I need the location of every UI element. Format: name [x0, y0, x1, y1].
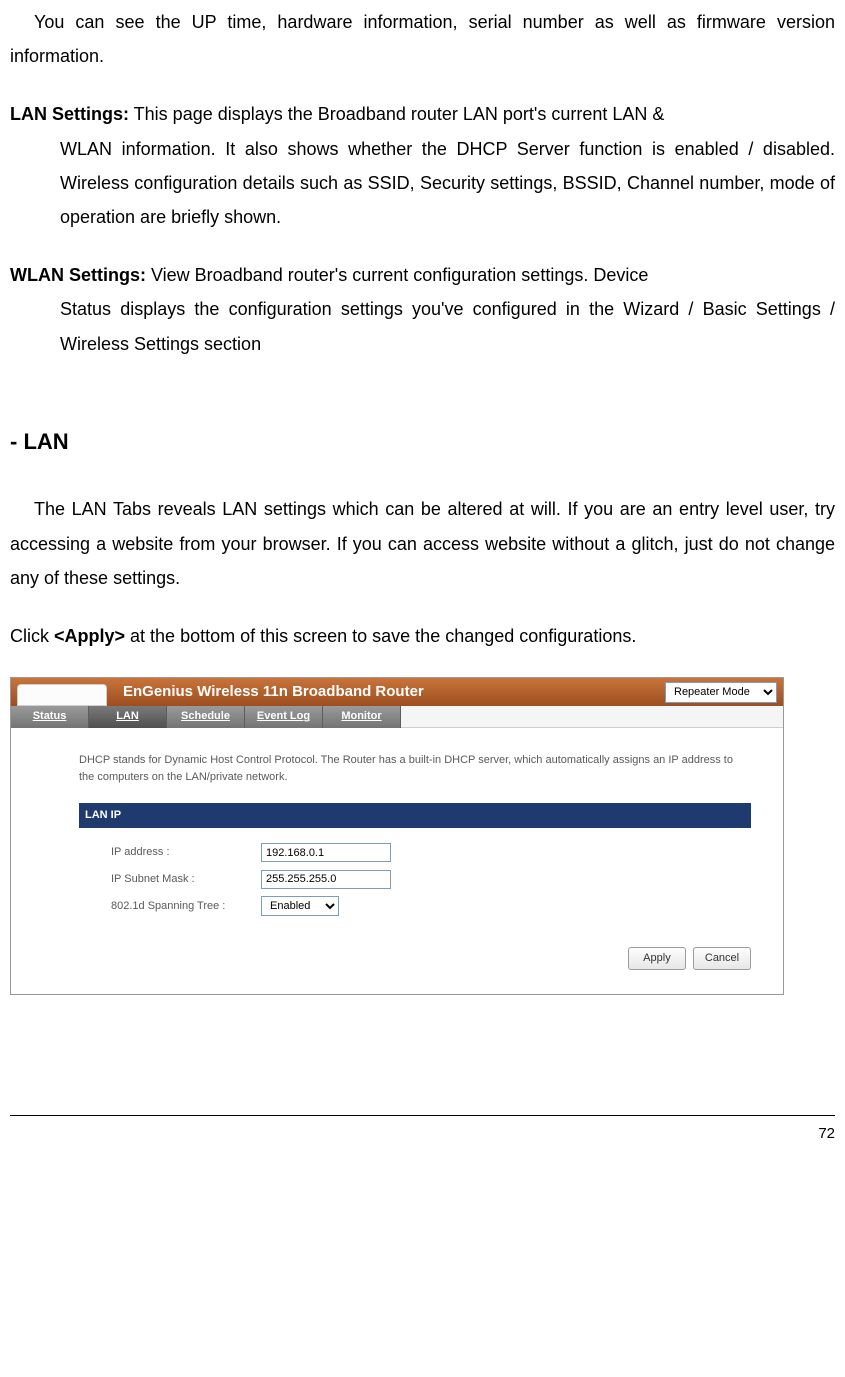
tab-status[interactable]: Status	[11, 706, 89, 728]
wlan-settings-first: View Broadband router's current configur…	[146, 265, 648, 285]
tab-event-log[interactable]: Event Log	[245, 706, 323, 728]
router-content: DHCP stands for Dynamic Host Control Pro…	[11, 728, 783, 994]
row-subnet: IP Subnet Mask :	[111, 869, 771, 890]
wlan-settings-para: WLAN Settings: View Broadband router's c…	[10, 258, 835, 361]
row-spanning: 802.1d Spanning Tree : Enabled	[111, 896, 771, 917]
tab-bar: Status LAN Schedule Event Log Monitor	[11, 706, 783, 728]
lan-intro-text: The LAN Tabs reveals LAN settings which …	[10, 492, 835, 595]
form-rows: IP address : IP Subnet Mask : 802.1d Spa…	[111, 842, 771, 917]
apply-button[interactable]: Apply	[628, 947, 686, 970]
wlan-settings-rest: Status displays the configuration settin…	[60, 292, 835, 360]
lan-settings-para: LAN Settings: This page displays the Bro…	[10, 97, 835, 234]
spanning-label: 802.1d Spanning Tree :	[111, 896, 261, 917]
router-screenshot: EnGenius Wireless 11n Broadband Router R…	[10, 677, 784, 995]
subnet-label: IP Subnet Mask :	[111, 869, 261, 890]
subnet-input[interactable]	[261, 870, 391, 889]
apply-bold: <Apply>	[54, 626, 125, 646]
lan-settings-label: LAN Settings:	[10, 104, 129, 124]
mode-select[interactable]: Repeater Mode	[665, 682, 777, 703]
lan-heading: - LAN	[10, 421, 835, 463]
tab-monitor[interactable]: Monitor	[323, 706, 401, 728]
ip-input[interactable]	[261, 843, 391, 862]
footer: 72	[10, 1115, 835, 1149]
row-ip: IP address :	[111, 842, 771, 863]
lan-settings-first: This page displays the Broadband router …	[129, 104, 664, 124]
apply-pre: Click	[10, 626, 54, 646]
lan-settings-rest: WLAN information. It also shows whether …	[60, 132, 835, 235]
page-number: 72	[818, 1125, 835, 1142]
tab-schedule[interactable]: Schedule	[167, 706, 245, 728]
tab-lan[interactable]: LAN	[89, 706, 167, 728]
wlan-settings-label: WLAN Settings:	[10, 265, 146, 285]
router-title: EnGenius Wireless 11n Broadband Router	[107, 678, 665, 707]
button-row: Apply Cancel	[23, 947, 771, 970]
cancel-button[interactable]: Cancel	[693, 947, 751, 970]
intro-text: You can see the UP time, hardware inform…	[10, 5, 835, 73]
apply-line: Click <Apply> at the bottom of this scre…	[10, 619, 835, 653]
logo-placeholder	[17, 684, 107, 706]
dhcp-description: DHCP stands for Dynamic Host Control Pro…	[79, 752, 751, 785]
spanning-select[interactable]: Enabled	[261, 896, 339, 916]
router-top-bar: EnGenius Wireless 11n Broadband Router R…	[11, 678, 783, 706]
lan-ip-bar: LAN IP	[79, 803, 751, 828]
ip-label: IP address :	[111, 842, 261, 863]
apply-post: at the bottom of this screen to save the…	[125, 626, 636, 646]
